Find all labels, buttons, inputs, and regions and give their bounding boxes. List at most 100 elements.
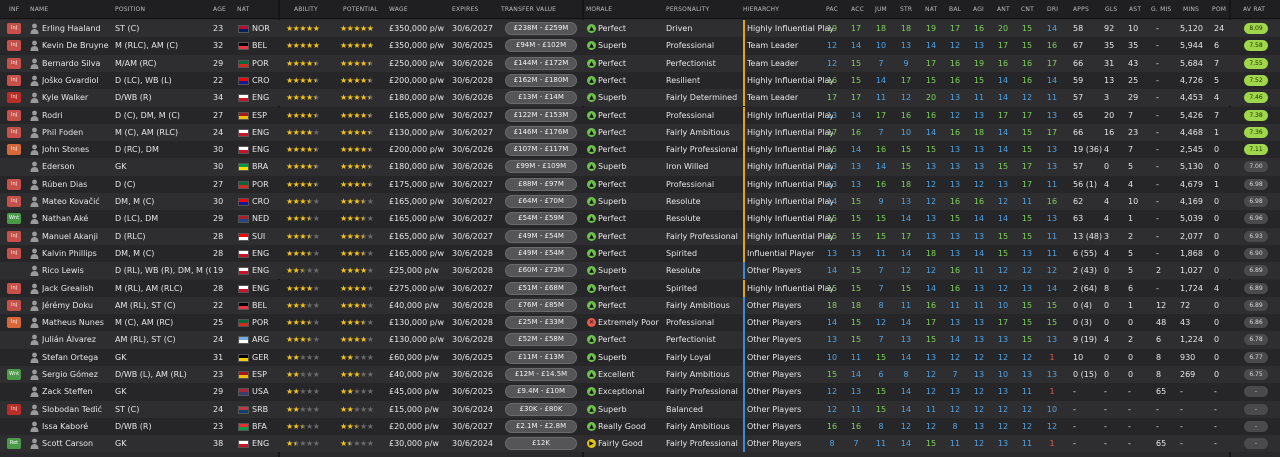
transfer-value-pill[interactable]: £107M - £117M <box>505 143 577 157</box>
status-badge[interactable]: Wnt <box>7 369 21 380</box>
table-row[interactable]: Inj Rodri D (C), DM, M (C) 27 ESP ★★★★★ ★★★★★ £… <box>0 106 1280 124</box>
transfer-value-pill[interactable]: £11M - £13M <box>505 350 577 364</box>
table-row[interactable]: Inj Phil Foden M (C), AM (RLC) 24 ENG ★★★★★ ★★… <box>0 123 1280 142</box>
col-cnt[interactable]: CNT <box>1021 0 1034 19</box>
table-row[interactable]: Inj Jérémy Doku AM (RL), ST (C) 22 BEL ★★★★★ ★… <box>0 296 1280 315</box>
transfer-value-pill[interactable]: £60M - £73M <box>505 264 577 278</box>
status-badge[interactable]: Inj <box>7 57 21 69</box>
transfer-value-pill[interactable]: £13M - £14M <box>505 91 577 105</box>
col-pac[interactable]: PAC <box>826 0 838 19</box>
transfer-value-pill[interactable]: £162M - £180M <box>505 73 577 87</box>
col-dri[interactable]: DRI <box>1047 0 1058 19</box>
transfer-value-pill[interactable]: £52M - £58M <box>505 333 577 347</box>
table-row[interactable]: Wnt Nathan Aké D (LC), DM 29 NED ★★★★★ ★★★★★ £1… <box>0 210 1280 228</box>
transfer-value-pill[interactable]: £64M - £70M <box>505 195 577 208</box>
col-expires[interactable]: EXPIRES <box>452 0 478 19</box>
col-nat[interactable]: NAT <box>237 0 249 19</box>
status-badge[interactable]: Inj <box>7 403 21 415</box>
col-name[interactable]: NAME <box>30 0 48 19</box>
status-badge[interactable]: Inj <box>7 40 21 52</box>
col-morale[interactable]: MORALE <box>586 0 612 19</box>
col-inf[interactable]: INF <box>9 0 19 19</box>
transfer-value-pill[interactable]: £94M - £102M <box>505 39 577 53</box>
transfer-value-pill[interactable]: £2.1M - £2.8M <box>505 419 577 433</box>
table-row[interactable]: Inj Jack Grealish M (RL), AM (RLC) 28 ENG ★★★… <box>0 279 1280 297</box>
col-str[interactable]: STR <box>900 0 912 19</box>
col-mins[interactable]: MINS <box>1183 0 1199 19</box>
col-potential[interactable]: POTENTIAL <box>343 0 378 19</box>
transfer-value-pill[interactable]: £12M - £14.5M <box>505 368 577 381</box>
col-personality[interactable]: PERSONALITY <box>666 0 709 19</box>
table-row[interactable]: Inj Joško Gvardiol D (LC), WB (L) 22 CRO ★★★★… <box>0 71 1280 90</box>
status-badge[interactable]: Inj <box>7 109 21 121</box>
transfer-value-pill[interactable]: £30K - £80K <box>505 402 577 416</box>
status-badge[interactable]: Inj <box>7 126 21 138</box>
col-wage[interactable]: WAGE <box>389 0 408 19</box>
col-nat-attr[interactable]: NAT <box>925 0 937 19</box>
status-badge[interactable]: Inj <box>7 74 21 86</box>
col-av-rat[interactable]: AV RAT <box>1243 0 1265 19</box>
col-ability[interactable]: ABILITY <box>294 0 318 19</box>
status-badge[interactable]: Inj <box>7 247 21 259</box>
col-gls[interactable]: GLS <box>1105 0 1117 19</box>
transfer-value-pill[interactable]: £99M - £109M <box>505 160 577 174</box>
status-badge[interactable]: Inj <box>7 282 21 294</box>
transfer-value-pill[interactable]: £122M - £153M <box>505 108 577 122</box>
transfer-value-pill[interactable]: £76M - £85M <box>505 298 577 312</box>
transfer-value-pill[interactable]: £49M - £54M <box>505 246 577 260</box>
status-badge[interactable]: Inj <box>7 23 21 34</box>
status-badge[interactable]: Inj <box>7 196 21 207</box>
table-row[interactable]: Inj Bernardo Silva M/AM (RC) 29 POR ★★★★★ ★★★★… <box>0 54 1280 72</box>
table-row[interactable]: Rico Lewis D (RL), WB (R), DM, M (C) 19 ENG… <box>0 262 1280 280</box>
col-apps[interactable]: APPS <box>1073 0 1089 19</box>
table-row[interactable]: Inj Kevin De Bruyne M (RLC), AM (C) 32 BEL ★★… <box>0 37 1280 55</box>
table-row[interactable]: Inj Manuel Akanji D (RLC) 28 SUI ★★★★★ ★★★★★ £1… <box>0 227 1280 245</box>
transfer-value-pill[interactable]: £25M - £33M <box>505 316 577 330</box>
table-row[interactable]: Ederson GK 30 BRA ★★★★★ ★★★★★ £180,000 p/w 30/6… <box>0 158 1280 176</box>
status-badge[interactable]: Inj <box>7 230 21 242</box>
table-row[interactable]: Inj Matheus Nunes M (C), AM (RC) 25 POR ★★★★★… <box>0 314 1280 332</box>
status-badge[interactable]: Ret <box>7 438 21 450</box>
transfer-value-pill[interactable]: £12K <box>505 437 577 451</box>
status-badge[interactable]: Wnt <box>7 213 21 225</box>
transfer-value-pill[interactable]: £51M - £68M <box>505 281 577 295</box>
table-row[interactable]: Wnt Sergio Gómez D/WB (L), AM (RL) 23 ESP ★★★… <box>0 366 1280 384</box>
table-row[interactable]: Ret Scott Carson GK 38 ENG ★★★★★ ★★★★★ £30,000 … <box>0 435 1280 453</box>
transfer-value-pill[interactable]: £54M - £59M <box>505 212 577 226</box>
transfer-value-pill[interactable]: £49M - £54M <box>505 229 577 243</box>
col-agi[interactable]: AGI <box>973 0 984 19</box>
col-transfer-value[interactable]: TRANSFER VALUE <box>501 0 556 19</box>
table-row[interactable]: Inj Erling Haaland ST (C) 23 NOR ★★★★★ ★★★★★ £3… <box>0 20 1280 38</box>
attr-nat: 14 <box>925 127 937 137</box>
col-ant[interactable]: ANT <box>997 0 1010 19</box>
col-jum[interactable]: JUM <box>875 0 887 19</box>
status-badge[interactable]: Inj <box>7 317 21 329</box>
col-hierarchy[interactable]: HIERARCHY <box>743 0 779 19</box>
table-row[interactable]: Julián Álvarez AM (RL), ST (C) 24 ARG ★★★★★ ★… <box>0 331 1280 349</box>
table-row[interactable]: Inj Mateo Kovačić DM, M (C) 30 CRO ★★★★★ ★★★★★… <box>0 193 1280 211</box>
table-row[interactable]: Stefan Ortega GK 31 GER ★★★★★ ★★★★★ £60,000 p/… <box>0 348 1280 366</box>
transfer-value-pill[interactable]: £88M - £97M <box>505 177 577 191</box>
table-row[interactable]: Inj Kalvin Phillips DM, M (C) 28 ENG ★★★★★ ★★★… <box>0 244 1280 263</box>
transfer-value-pill[interactable]: £9.4M - £10M <box>505 385 577 399</box>
col-position[interactable]: POSITION <box>115 0 145 19</box>
col-ast[interactable]: AST <box>1129 0 1141 19</box>
col-pom[interactable]: POM <box>1212 0 1226 19</box>
status-badge[interactable]: Inj <box>7 144 21 156</box>
table-row[interactable]: Inj John Stones D (RC), DM 30 ENG ★★★★★ ★★★★★ £… <box>0 141 1280 159</box>
table-row[interactable]: Inj Slobodan Tedić ST (C) 24 SRB ★★★★★ ★★★★★ £1… <box>0 400 1280 418</box>
status-badge[interactable]: Inj <box>7 178 21 190</box>
col-age[interactable]: AGE <box>213 0 226 19</box>
transfer-value-pill[interactable]: £146M - £176M <box>505 125 577 139</box>
col-bal[interactable]: BAL <box>949 0 961 19</box>
status-badge[interactable]: Inj <box>7 92 21 104</box>
table-row[interactable]: Inj Kyle Walker D/WB (R) 34 ENG ★★★★★ ★★★★★ £18… <box>0 89 1280 107</box>
status-badge[interactable]: Inj <box>7 299 21 311</box>
transfer-value-pill[interactable]: £144M - £172M <box>505 56 577 70</box>
table-row[interactable]: Zack Steffen GK 29 USA ★★★★★ ★★★★★ £45,000 p/w… <box>0 383 1280 401</box>
transfer-value-pill[interactable]: £238M - £259M <box>505 22 577 35</box>
table-row[interactable]: Issa Kaboré D/WB (R) 23 BFA ★★★★★ ★★★★★ £20,00… <box>0 417 1280 436</box>
table-row[interactable]: Inj Rúben Dias D (C) 27 POR ★★★★★ ★★★★★ £175,00… <box>0 175 1280 193</box>
col-acc[interactable]: ACC <box>851 0 864 19</box>
col-gmis[interactable]: G. MIS <box>1151 0 1171 19</box>
